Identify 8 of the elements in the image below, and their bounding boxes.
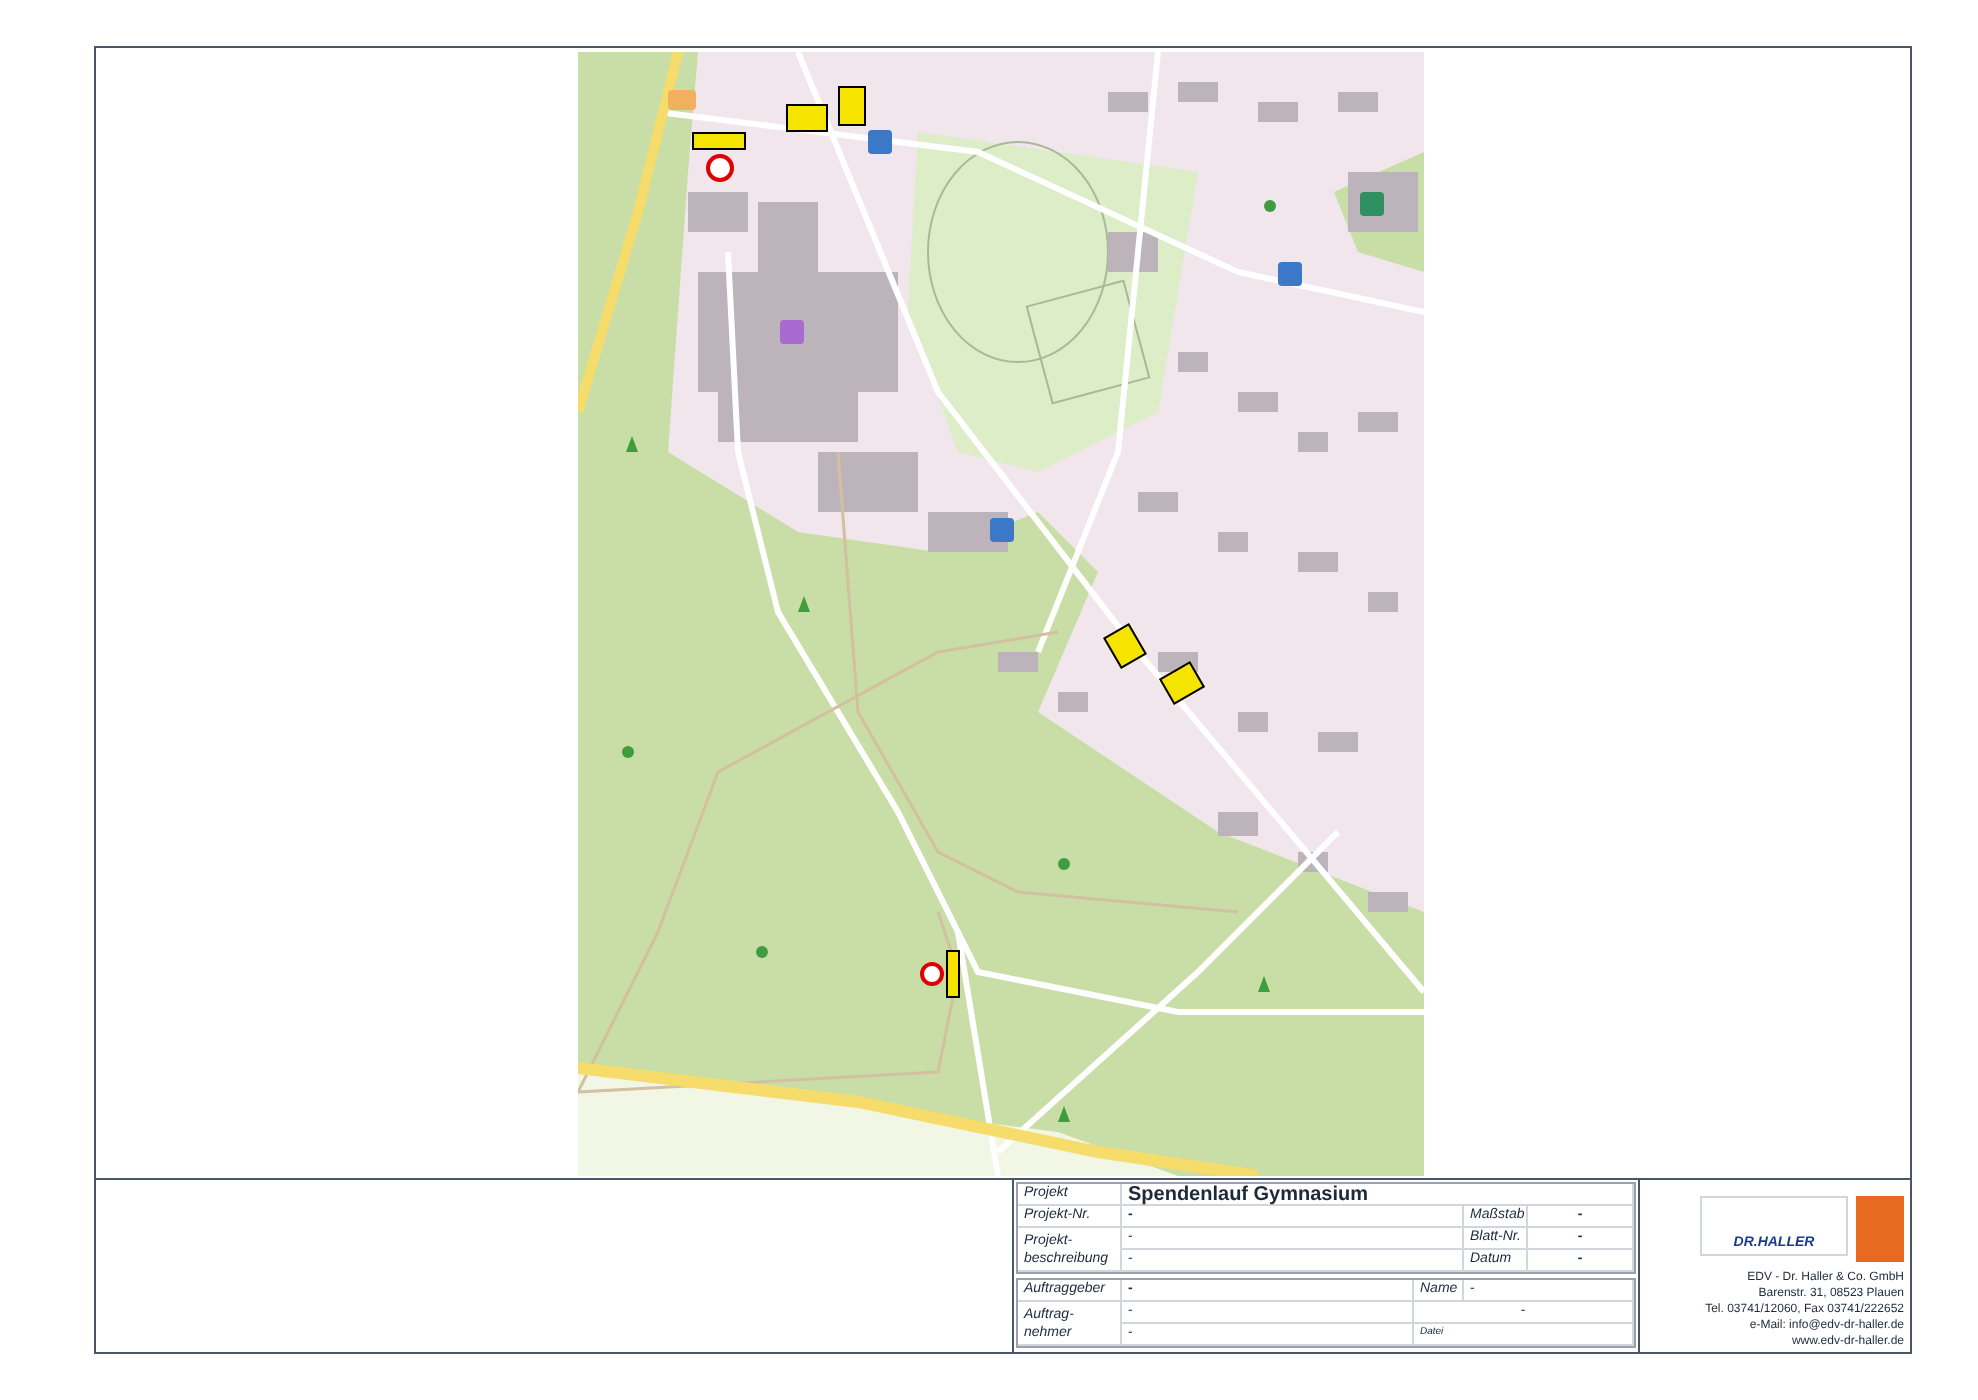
route-sign-icon [786,104,828,132]
project-title: Spendenlauf Gymnasium [1128,1181,1369,1209]
detour-sign-icon [692,132,746,150]
detour-sign-icon [946,950,960,998]
route-sign-icon [838,86,866,126]
parking-icon [1278,262,1302,286]
photo-placeholder [1856,1196,1904,1262]
parking-icon [868,130,892,154]
